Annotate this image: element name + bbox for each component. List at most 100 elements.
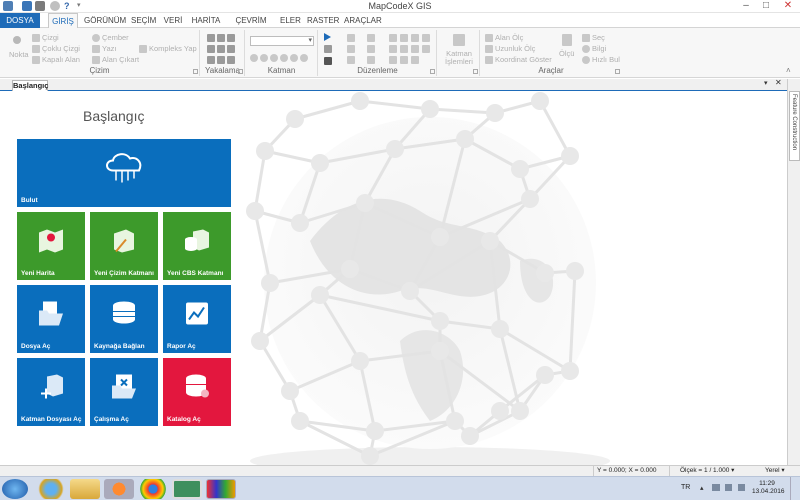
edit-icon[interactable] <box>347 56 355 64</box>
tile-katman-dosyasi-ac[interactable]: Katman Dosyası Aç <box>17 358 85 426</box>
node-icon[interactable] <box>400 45 408 53</box>
olcu-button[interactable]: Ölçü <box>559 49 574 58</box>
snap-icon[interactable] <box>217 56 225 64</box>
tab-list-chevron-icon[interactable]: ▾ <box>764 79 768 87</box>
show-desktop-button[interactable] <box>790 477 800 500</box>
maximize-icon[interactable]: □ <box>756 0 776 13</box>
snap-icon[interactable] <box>207 45 215 53</box>
tab-gorunum[interactable]: GÖRÜNÜM <box>84 13 126 28</box>
coklu-cizgi-button[interactable]: Çoklu Çizgi <box>42 44 80 53</box>
duzenleme-launcher-icon[interactable] <box>430 69 435 74</box>
tab-dosya[interactable]: DOSYA <box>0 13 40 28</box>
save-edit-icon[interactable] <box>324 57 332 65</box>
node-icon[interactable] <box>400 56 408 64</box>
yakalama-launcher-icon[interactable] <box>238 69 243 74</box>
close-icon[interactable]: ✕ <box>778 0 798 13</box>
start-button[interactable] <box>2 479 28 499</box>
snap-icon[interactable] <box>227 34 235 42</box>
nokta-button[interactable]: Nokta <box>9 50 29 59</box>
stop-icon[interactable] <box>324 45 332 53</box>
katman-islemleri-button[interactable]: Katman İşlemleri <box>440 50 478 66</box>
collapse-ribbon-icon[interactable]: ˄ <box>786 66 791 75</box>
tile-calisma-ac[interactable]: Çalışma Aç <box>90 358 158 426</box>
kompleks-yap-button[interactable]: Kompleks Yap <box>149 44 197 53</box>
snap-icon[interactable] <box>217 45 225 53</box>
volume-icon[interactable] <box>738 484 745 491</box>
tab-eler[interactable]: ELER <box>280 13 301 28</box>
zoom-icon[interactable] <box>290 54 298 62</box>
tile-dosya-ac[interactable]: Dosya Aç <box>17 285 85 353</box>
scale-dropdown[interactable]: Ölçek = 1 / 1.000 ▾ <box>680 466 734 476</box>
tile-yeni-cbs-katmani[interactable]: Yeni CBS Katmanı <box>163 212 231 280</box>
uzunluk-olc-button[interactable]: Uzunluk Ölç <box>495 44 535 53</box>
tab-raster[interactable]: RASTER <box>307 13 339 28</box>
ie-icon[interactable] <box>36 479 66 499</box>
flag-icon[interactable] <box>725 484 732 491</box>
edit-icon[interactable] <box>367 45 375 53</box>
sec-button[interactable]: Seç <box>592 33 605 42</box>
node-icon[interactable] <box>411 56 419 64</box>
coordinate-system-dropdown[interactable]: Yerel ▾ <box>765 466 785 476</box>
koordinat-goster-button[interactable]: Koordinat Göster <box>495 55 552 64</box>
node-icon[interactable] <box>411 45 419 53</box>
mapcodex-icon[interactable] <box>206 479 236 499</box>
edit-icon[interactable] <box>347 45 355 53</box>
katman-islemleri-launcher-icon[interactable] <box>473 69 478 74</box>
node-icon[interactable] <box>422 34 430 42</box>
tab-araclar[interactable]: ARAÇLAR <box>344 13 382 28</box>
alan-olc-button[interactable]: Alan Ölç <box>495 33 523 42</box>
node-icon[interactable] <box>422 45 430 53</box>
tile-yeni-cizim-katmani[interactable]: Yeni Çizim Katmanı <box>90 212 158 280</box>
tab-secim[interactable]: SEÇİM <box>131 13 156 28</box>
play-icon[interactable] <box>324 33 331 41</box>
zoom-icon[interactable] <box>270 54 278 62</box>
tab-cevrim-disi[interactable]: ÇEVRİM DIŞI <box>228 13 274 40</box>
yazi-button[interactable]: Yazı <box>102 44 116 53</box>
layer-select[interactable]: ▾ <box>250 36 314 46</box>
network-icon[interactable] <box>712 484 720 491</box>
move-icon[interactable] <box>347 34 355 42</box>
tab-baslangic[interactable]: Başlangıç <box>12 80 48 91</box>
language-indicator[interactable]: TR <box>681 484 690 491</box>
zoom-icon[interactable] <box>250 54 258 62</box>
minimize-icon[interactable]: – <box>736 0 756 13</box>
tile-yeni-harita[interactable]: Yeni Harita <box>17 212 85 280</box>
zoom-icon[interactable] <box>260 54 268 62</box>
node-icon[interactable] <box>389 56 397 64</box>
node-icon[interactable] <box>389 45 397 53</box>
bilgi-button[interactable]: Bilgi <box>592 44 606 53</box>
snap-icon[interactable] <box>207 56 215 64</box>
explorer-icon[interactable] <box>70 479 100 499</box>
app-icon[interactable] <box>172 479 202 499</box>
snap-icon[interactable] <box>217 34 225 42</box>
node-icon[interactable] <box>411 34 419 42</box>
snap-icon[interactable] <box>227 45 235 53</box>
cizim-launcher-icon[interactable] <box>193 69 198 74</box>
tile-kaynaga-baglan[interactable]: Kaynağa Bağlan <box>90 285 158 353</box>
cizgi-button[interactable]: Çizgi <box>42 33 59 42</box>
zoom-icon[interactable] <box>280 54 288 62</box>
node-icon[interactable] <box>400 34 408 42</box>
eraser-icon[interactable] <box>367 34 375 42</box>
hizli-bul-button[interactable]: Hızlı Bul <box>592 55 620 64</box>
tab-giris[interactable]: GİRİŞ <box>48 13 78 29</box>
chrome-icon[interactable] <box>138 479 168 499</box>
snap-icon[interactable] <box>207 34 215 42</box>
zoom-icon[interactable] <box>300 54 308 62</box>
alan-cikart-button[interactable]: Alan Çıkart <box>102 55 139 64</box>
kapali-alan-button[interactable]: Kapalı Alan <box>42 55 80 64</box>
edit-icon[interactable] <box>367 56 375 64</box>
node-icon[interactable] <box>389 34 397 42</box>
feature-construction-tab[interactable]: Feature Construction <box>789 91 800 161</box>
tile-katalog-ac[interactable]: Katalog Aç <box>163 358 231 426</box>
tile-rapor-ac[interactable]: Rapor Aç <box>163 285 231 353</box>
tab-veri[interactable]: VERİ <box>163 13 183 28</box>
araclar-launcher-icon[interactable] <box>615 69 620 74</box>
cember-button[interactable]: Çember <box>102 33 129 42</box>
tab-harita[interactable]: HARİTA <box>191 13 221 28</box>
close-tab-icon[interactable]: ✕ <box>775 78 782 87</box>
clock[interactable]: 11:29 13.04.2016 <box>752 480 785 496</box>
tile-bulut[interactable]: Bulut <box>17 139 231 207</box>
media-player-icon[interactable] <box>104 479 134 499</box>
tray-chevron-icon[interactable]: ▴ <box>700 484 704 492</box>
